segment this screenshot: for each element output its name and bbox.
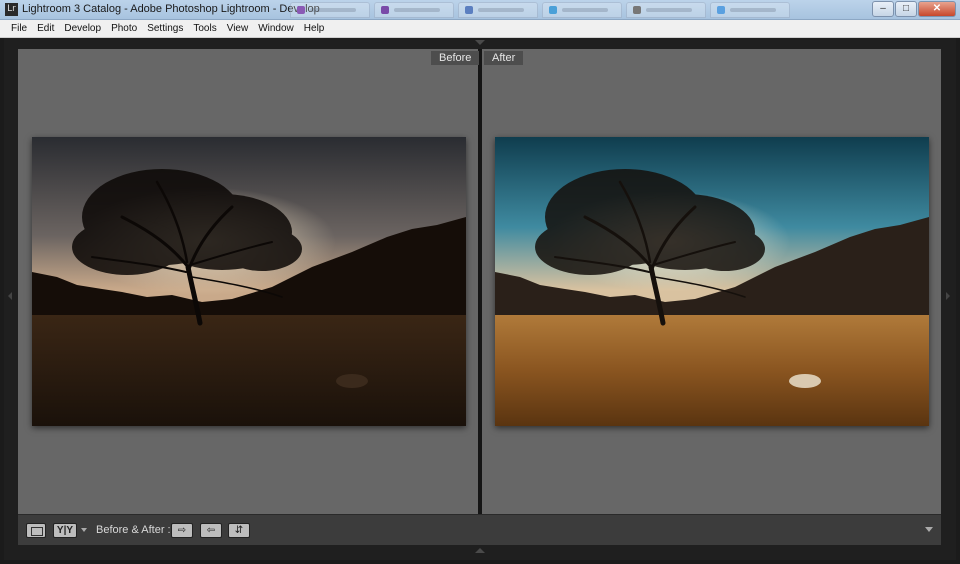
before-label: Before xyxy=(431,51,480,65)
background-tab[interactable] xyxy=(542,2,622,18)
background-tab[interactable] xyxy=(458,2,538,18)
after-photo[interactable] xyxy=(495,137,929,426)
menu-help[interactable]: Help xyxy=(299,23,330,34)
window-controls: – □ ✕ xyxy=(872,1,956,17)
minimize-button[interactable]: – xyxy=(872,1,894,17)
before-photo[interactable] xyxy=(32,137,466,426)
menu-file[interactable]: File xyxy=(6,23,32,34)
after-label: After xyxy=(484,51,524,65)
toolbar-menu-icon[interactable] xyxy=(925,527,933,532)
left-panel-toggle-icon[interactable] xyxy=(8,292,12,300)
copy-before-to-after-icon: ⇨ xyxy=(177,525,187,536)
background-taskbar-tabs xyxy=(290,2,790,18)
menu-photo[interactable]: Photo xyxy=(106,23,142,34)
window-title: Lightroom 3 Catalog - Adobe Photoshop Li… xyxy=(22,3,320,15)
close-button[interactable]: ✕ xyxy=(918,1,956,17)
menu-settings[interactable]: Settings xyxy=(142,23,188,34)
maximize-button[interactable]: □ xyxy=(895,1,917,17)
swap-button[interactable]: ⇵ xyxy=(228,523,250,538)
background-tab[interactable] xyxy=(290,2,370,18)
filmstrip-toggle-icon[interactable] xyxy=(475,548,485,553)
lightroom-icon: Lr xyxy=(5,3,18,16)
background-tab[interactable] xyxy=(374,2,454,18)
menu-view[interactable]: View xyxy=(222,23,254,34)
swap-icon: ⇵ xyxy=(234,525,244,536)
compare-divider xyxy=(478,49,482,514)
background-tab[interactable] xyxy=(626,2,706,18)
title-bar: Lr Lightroom 3 Catalog - Adobe Photoshop… xyxy=(0,0,960,20)
before-after-label: Before & After : xyxy=(96,524,171,536)
menu-window[interactable]: Window xyxy=(253,23,299,34)
copy-after-to-before-button[interactable]: ⇦ xyxy=(200,523,222,538)
copy-after-to-before-icon: ⇦ xyxy=(206,525,216,536)
chevron-down-icon[interactable] xyxy=(81,528,87,532)
compare-toolbar: Y|Y Before & After : ⇨ ⇦ ⇵ xyxy=(18,514,941,545)
before-photo-image xyxy=(32,137,466,426)
menu-tools[interactable]: Tools xyxy=(188,23,221,34)
top-panel-toggle-icon[interactable] xyxy=(475,40,485,45)
menu-bar: File Edit Develop Photo Settings Tools V… xyxy=(0,20,960,38)
loupe-view-button[interactable] xyxy=(26,523,46,538)
before-after-view-button[interactable]: Y|Y xyxy=(53,523,77,538)
background-tab[interactable] xyxy=(710,2,790,18)
after-photo-image xyxy=(495,137,929,426)
right-panel-toggle-icon[interactable] xyxy=(946,292,950,300)
copy-before-to-after-button[interactable]: ⇨ xyxy=(171,523,193,538)
menu-edit[interactable]: Edit xyxy=(32,23,59,34)
menu-develop[interactable]: Develop xyxy=(59,23,106,34)
